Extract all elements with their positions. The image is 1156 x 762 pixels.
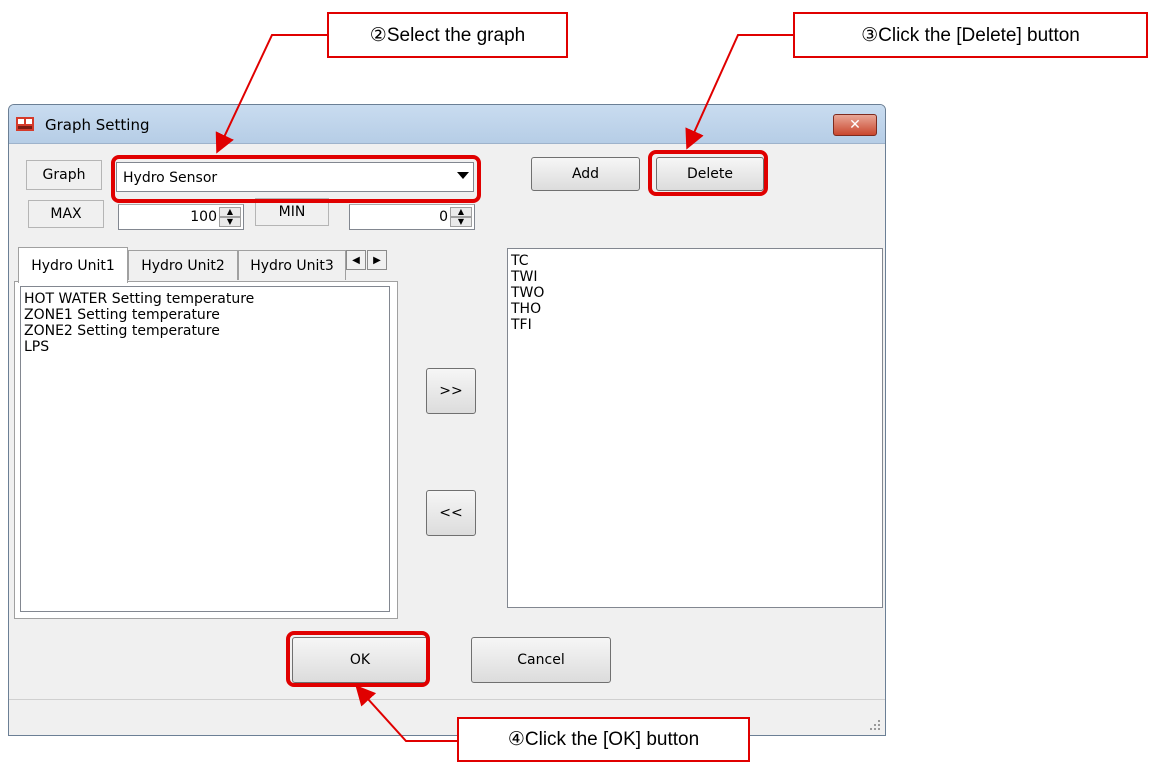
callout-click-ok: ④Click the [OK] button (457, 717, 750, 762)
tab-hydro-unit1[interactable]: Hydro Unit1 (18, 247, 128, 283)
annotation-arrows (215, 34, 793, 742)
